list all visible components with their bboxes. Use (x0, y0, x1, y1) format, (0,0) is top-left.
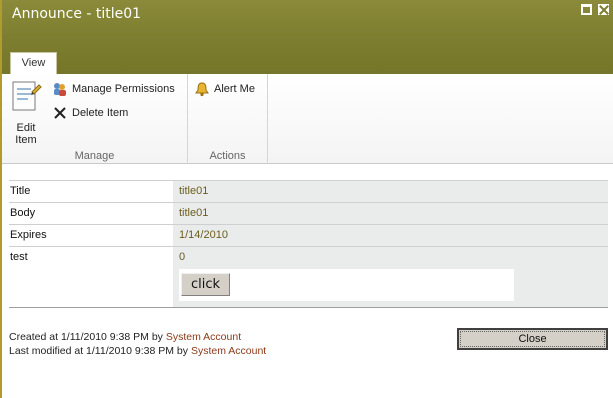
manage-group-label: Manage (74, 150, 115, 162)
edit-item-button[interactable]: Edit Item (8, 80, 44, 146)
field-value: title01 (173, 203, 608, 224)
maximize-icon[interactable] (581, 4, 592, 15)
created-info: Created at 1/11/2010 9:38 PM by System A… (9, 330, 266, 344)
alert-me-button[interactable]: Alert Me (194, 81, 255, 97)
delete-item-button[interactable]: Delete Item (52, 105, 128, 121)
delete-x-icon (52, 105, 68, 121)
ribbon: Edit Item Manage Permissions Delete Item… (2, 74, 613, 164)
item-properties-table: Title title01 Body title01 Expires 1/14/… (9, 180, 608, 308)
close-icon[interactable] (598, 4, 609, 15)
ribbon-group-actions: Alert Me Actions (188, 74, 268, 164)
manage-permissions-label: Manage Permissions (72, 83, 175, 95)
alert-me-label: Alert Me (214, 83, 255, 95)
modified-text: Last modified at 1/11/2010 9:38 PM by (9, 345, 189, 357)
field-label: Body (10, 207, 36, 219)
field-row-title: Title title01 (9, 181, 608, 203)
field-row-test: test 0 click (9, 247, 608, 308)
created-by-link[interactable]: System Account (166, 331, 241, 343)
edit-item-label-line2: Item (15, 134, 37, 146)
dialog-title-bar: Announce - title01 (2, 0, 613, 74)
bell-icon (194, 81, 210, 97)
field-value-test: 0 click (173, 247, 608, 307)
edit-item-label-line1: Edit (16, 122, 36, 134)
click-button[interactable]: click (181, 273, 230, 296)
actions-group-label: Actions (209, 150, 246, 162)
manage-permissions-button[interactable]: Manage Permissions (52, 81, 175, 97)
close-button[interactable]: Close (457, 328, 608, 350)
test-button-container: click (179, 269, 514, 301)
ribbon-group-manage: Edit Item Manage Permissions Delete Item… (2, 74, 188, 164)
field-value: 0 (179, 251, 186, 263)
delete-item-label: Delete Item (72, 107, 129, 119)
modified-info: Last modified at 1/11/2010 9:38 PM by Sy… (9, 344, 266, 358)
field-row-expires: Expires 1/14/2010 (9, 225, 608, 247)
item-footer: Created at 1/11/2010 9:38 PM by System A… (9, 330, 266, 358)
tab-view[interactable]: View (10, 52, 57, 75)
permissions-icon (52, 81, 68, 97)
edit-item-icon (10, 80, 42, 114)
field-label: Expires (10, 229, 47, 241)
field-label: Title (10, 185, 31, 197)
field-value: 1/14/2010 (173, 225, 608, 246)
field-value: title01 (173, 181, 608, 202)
field-label: test (10, 251, 28, 263)
dialog-title: Announce - title01 (12, 6, 142, 22)
created-text: Created at 1/11/2010 9:38 PM by (9, 331, 163, 343)
field-row-body: Body title01 (9, 203, 608, 225)
modified-by-link[interactable]: System Account (191, 345, 266, 357)
